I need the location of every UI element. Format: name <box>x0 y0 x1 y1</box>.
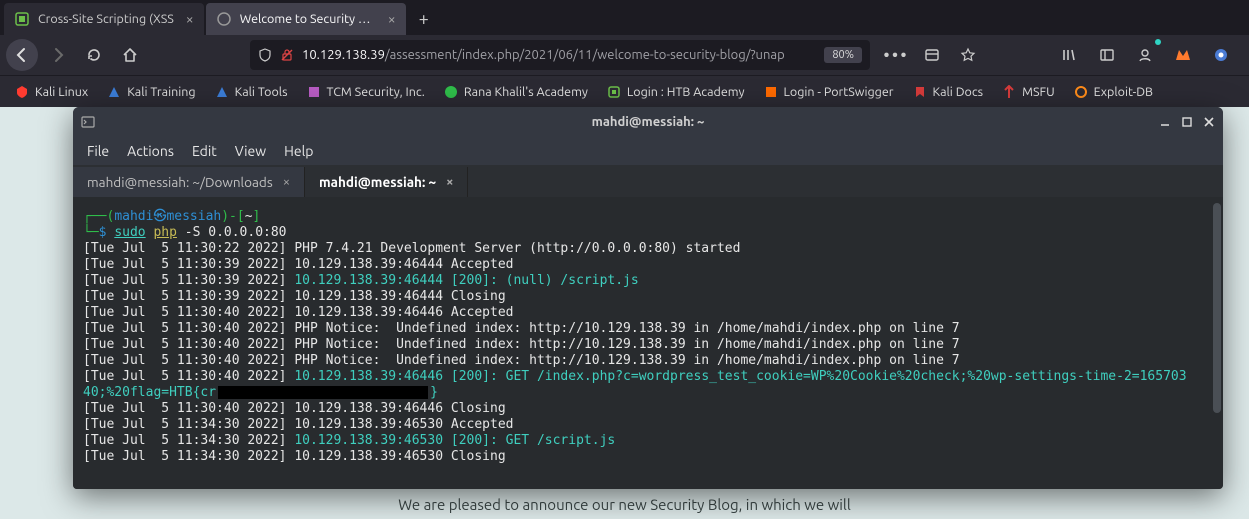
bookmark-item[interactable]: Login - PortSwigger <box>755 80 902 104</box>
redacted-flag <box>218 386 428 399</box>
foxyproxy-icon[interactable] <box>1167 39 1199 71</box>
bookmark-icon <box>106 84 122 100</box>
bookmark-icon <box>14 84 30 100</box>
terminal-tab[interactable]: mahdi@messiah: ~/Downloads × <box>73 167 305 197</box>
bookmark-icon <box>763 84 779 100</box>
menu-file[interactable]: File <box>79 140 117 162</box>
forward-button[interactable] <box>42 39 74 71</box>
tab-favicon <box>216 11 232 27</box>
blog-intro-text: We are pleased to announce our new Secur… <box>0 496 1249 513</box>
bookmark-icon <box>606 84 622 100</box>
terminal-scrollbar[interactable] <box>1211 197 1221 489</box>
bookmark-icon <box>1073 84 1089 100</box>
bookmark-item[interactable]: Login : HTB Academy <box>598 80 753 104</box>
menu-help[interactable]: Help <box>276 140 321 162</box>
account-icon[interactable] <box>1129 39 1161 71</box>
terminal-menubar: File Actions Edit View Help <box>73 137 1223 165</box>
library-icon[interactable] <box>1053 39 1085 71</box>
close-icon[interactable]: × <box>283 175 290 189</box>
url-bar[interactable]: 10.129.138.39/assessment/index.php/2021/… <box>250 40 870 70</box>
bookmark-item[interactable]: Kali Docs <box>904 80 992 104</box>
scroll-thumb[interactable] <box>1213 203 1221 413</box>
bookmark-icon <box>214 84 230 100</box>
bookmark-item[interactable]: Exploit-DB <box>1065 80 1161 104</box>
home-button[interactable] <box>114 39 146 71</box>
extension-icon[interactable] <box>1205 39 1237 71</box>
menu-actions[interactable]: Actions <box>119 140 182 162</box>
tab-favicon <box>14 11 30 27</box>
toolbar-right <box>1053 39 1243 71</box>
tab-label: Welcome to Security Blog – <box>240 12 376 26</box>
browser-tab-strip: Cross-Site Scripting (XSS × Welcome to S… <box>0 0 1249 35</box>
tab-label: Cross-Site Scripting (XSS <box>38 12 174 26</box>
terminal-window: mahdi@messiah: ~ File Actions Edit View … <box>73 107 1223 489</box>
bookmark-item[interactable]: Rana Khalil's Academy <box>435 80 596 104</box>
terminal-tab-active[interactable]: mahdi@messiah: ~ × <box>305 167 468 197</box>
bookmarks-bar: Kali Linux Kali Training Kali Tools TCM … <box>0 75 1249 107</box>
bookmark-item[interactable]: Kali Training <box>98 80 203 104</box>
browser-navbar: 10.129.138.39/assessment/index.php/2021/… <box>0 35 1249 75</box>
browser-tab-active[interactable]: Welcome to Security Blog – × <box>206 3 406 35</box>
terminal-tabs: mahdi@messiah: ~/Downloads × mahdi@messi… <box>73 165 1223 197</box>
close-icon[interactable]: × <box>388 11 396 27</box>
bookmark-item[interactable]: TCM Security, Inc. <box>298 80 433 104</box>
bookmark-item[interactable]: Kali Linux <box>6 80 96 104</box>
terminal-title: mahdi@messiah: ~ <box>592 115 705 129</box>
bookmark-icon <box>1001 84 1017 100</box>
bookmark-icon <box>912 84 928 100</box>
shield-icon <box>258 48 272 62</box>
zoom-badge[interactable]: 80% <box>824 47 862 63</box>
sidebar-icon[interactable] <box>1091 39 1123 71</box>
bookmark-star-icon[interactable] <box>952 39 984 71</box>
menu-edit[interactable]: Edit <box>184 140 225 162</box>
maximize-button[interactable] <box>1181 116 1193 128</box>
terminal-output[interactable]: ┌──(mahdi㉿messiah)-[~] └─$ sudo php -S 0… <box>73 197 1223 489</box>
reload-button[interactable] <box>78 39 110 71</box>
close-icon[interactable]: × <box>446 175 453 189</box>
new-tab-button[interactable]: + <box>408 3 440 35</box>
browser-tab[interactable]: Cross-Site Scripting (XSS × <box>4 3 204 35</box>
bookmark-icon <box>306 84 322 100</box>
bookmark-item[interactable]: MSFU <box>993 80 1063 104</box>
menu-view[interactable]: View <box>227 140 274 162</box>
bookmark-icon <box>443 84 459 100</box>
terminal-titlebar[interactable]: mahdi@messiah: ~ <box>73 107 1223 137</box>
close-icon[interactable]: × <box>186 11 194 27</box>
minimize-button[interactable] <box>1159 116 1171 128</box>
bookmark-item[interactable]: Kali Tools <box>206 80 296 104</box>
url-text: 10.129.138.39/assessment/index.php/2021/… <box>302 48 785 62</box>
back-button[interactable] <box>6 39 38 71</box>
close-button[interactable] <box>1203 116 1215 128</box>
meatball-menu[interactable]: ••• <box>880 39 912 71</box>
protection-icon[interactable] <box>916 39 948 71</box>
lock-warning-icon <box>280 48 294 62</box>
terminal-app-icon <box>81 115 97 129</box>
